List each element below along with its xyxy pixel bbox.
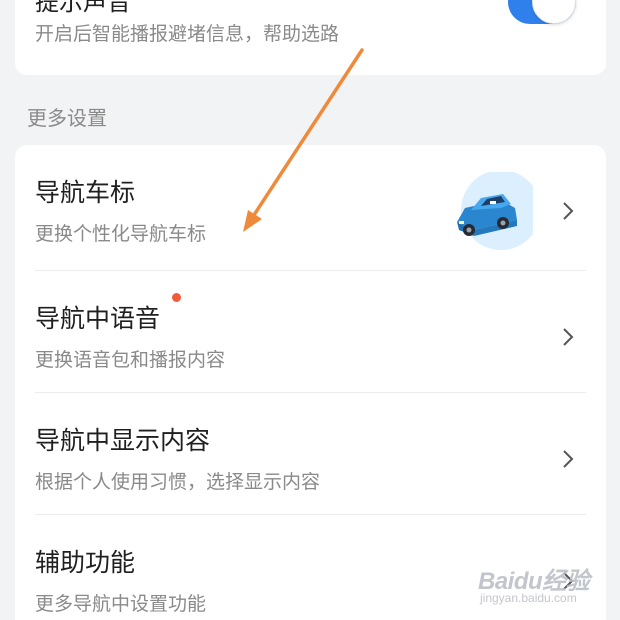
blue-car-icon bbox=[443, 170, 541, 252]
settings-row-nav-car-icon[interactable]: 导航车标 更换个性化导航车标 bbox=[15, 145, 606, 267]
toggle-knob[interactable] bbox=[532, 0, 576, 24]
chevron-right-icon bbox=[563, 328, 574, 346]
voice-prompt-toggle[interactable] bbox=[508, 0, 576, 24]
chevron-right-icon bbox=[563, 202, 574, 220]
row-title: 导航中显示内容 bbox=[35, 426, 211, 455]
section-header-more-settings: 更多设置 bbox=[27, 106, 107, 130]
voice-prompt-card: 提示声音 开启后智能播报避堵信息，帮助选路 bbox=[15, 0, 606, 75]
row-title: 导航车标 bbox=[35, 178, 136, 207]
watermark-url: jingyan.baidu.com bbox=[480, 591, 577, 605]
baidu-jingyan-watermark: Baidu经验 jingyan.baidu.com bbox=[478, 555, 608, 610]
chevron-right-icon bbox=[563, 450, 574, 468]
row-subtitle: 根据个人使用习惯，选择显示内容 bbox=[35, 471, 321, 493]
settings-row-nav-voice[interactable]: 导航中语音 更换语音包和播报内容 bbox=[15, 271, 606, 393]
row-subtitle: 更换语音包和播报内容 bbox=[35, 349, 226, 371]
voice-prompt-title: 提示声音 bbox=[35, 0, 131, 16]
row-title: 导航中语音 bbox=[35, 304, 161, 333]
settings-row-nav-display[interactable]: 导航中显示内容 根据个人使用习惯，选择显示内容 bbox=[15, 393, 606, 515]
row-subtitle: 更多导航中设置功能 bbox=[35, 593, 207, 615]
more-settings-card: 导航车标 更换个性化导航车标 导航中语音 更换语音包和播报内容 导航中显示内容 … bbox=[15, 145, 606, 620]
row-subtitle: 更换个性化导航车标 bbox=[35, 223, 207, 245]
new-badge-dot bbox=[172, 293, 181, 302]
voice-prompt-subtitle: 开启后智能播报避堵信息，帮助选路 bbox=[35, 23, 340, 45]
row-title: 辅助功能 bbox=[35, 548, 136, 577]
